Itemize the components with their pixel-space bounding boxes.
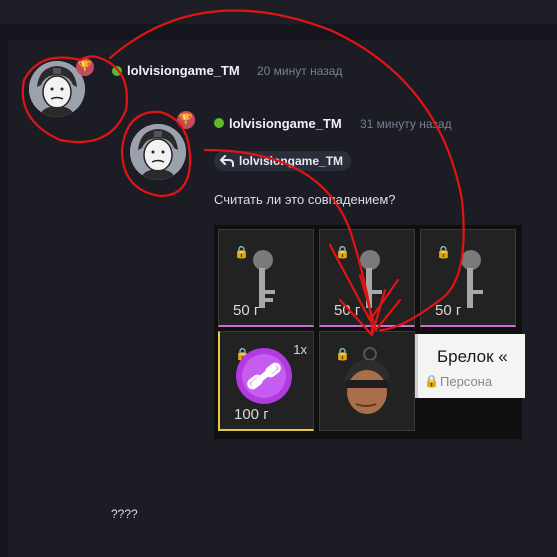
chain-link-icon bbox=[236, 348, 292, 404]
reply-text: Считать ли это совпадением? bbox=[214, 192, 396, 207]
item-price: 100 г bbox=[234, 406, 269, 423]
trophy-badge: 🏆 bbox=[76, 58, 94, 76]
previous-comment-card bbox=[0, 0, 557, 24]
attached-screenshot[interactable]: 🔒 50 г 🔒 50 г 🔒 50 г 🔒 1x 100 г 🔒 bbox=[214, 225, 522, 439]
item-price: 50 г bbox=[435, 302, 462, 319]
reply-time[interactable]: 31 минуту назад bbox=[360, 117, 452, 131]
reply-to-chip[interactable]: lolvisiongame_TM bbox=[214, 151, 352, 171]
trophy-icon: 🏆 bbox=[179, 114, 193, 126]
soldier-avatar-icon bbox=[130, 124, 186, 180]
reply-author[interactable]: lolvisiongame_TM bbox=[229, 116, 342, 131]
item-tooltip: Брелок « 🔒 Персона bbox=[415, 334, 525, 398]
footer-text: ???? bbox=[111, 507, 138, 521]
item-price: 50 г bbox=[233, 302, 260, 319]
item-quantity: 1x bbox=[293, 342, 307, 357]
tooltip-subtitle: Персона bbox=[440, 374, 493, 389]
inventory-item: 🔒 50 г bbox=[218, 229, 314, 327]
online-indicator bbox=[112, 66, 122, 76]
trophy-icon: 🏆 bbox=[78, 61, 92, 73]
online-indicator bbox=[214, 118, 224, 128]
tooltip-title: Брелок « bbox=[437, 347, 508, 366]
trophy-badge: 🏆 bbox=[177, 111, 195, 129]
comment-author[interactable]: lolvisiongame_TM bbox=[127, 63, 240, 78]
keychain-figure-icon bbox=[344, 347, 390, 414]
reply-avatar[interactable] bbox=[130, 124, 186, 180]
reply-arrow-icon bbox=[220, 155, 234, 167]
inventory-item: 🔒 bbox=[319, 331, 415, 431]
inventory-item: 🔒 1x 100 г bbox=[218, 331, 314, 431]
item-price: 50 г bbox=[334, 302, 361, 319]
reply-to-name: lolvisiongame_TM bbox=[239, 154, 344, 168]
inventory-item: 🔒 50 г bbox=[420, 229, 516, 327]
comment-time[interactable]: 20 минут назад bbox=[257, 64, 342, 78]
inventory-item: 🔒 50 г bbox=[319, 229, 415, 327]
lock-icon: 🔒 bbox=[424, 374, 439, 388]
